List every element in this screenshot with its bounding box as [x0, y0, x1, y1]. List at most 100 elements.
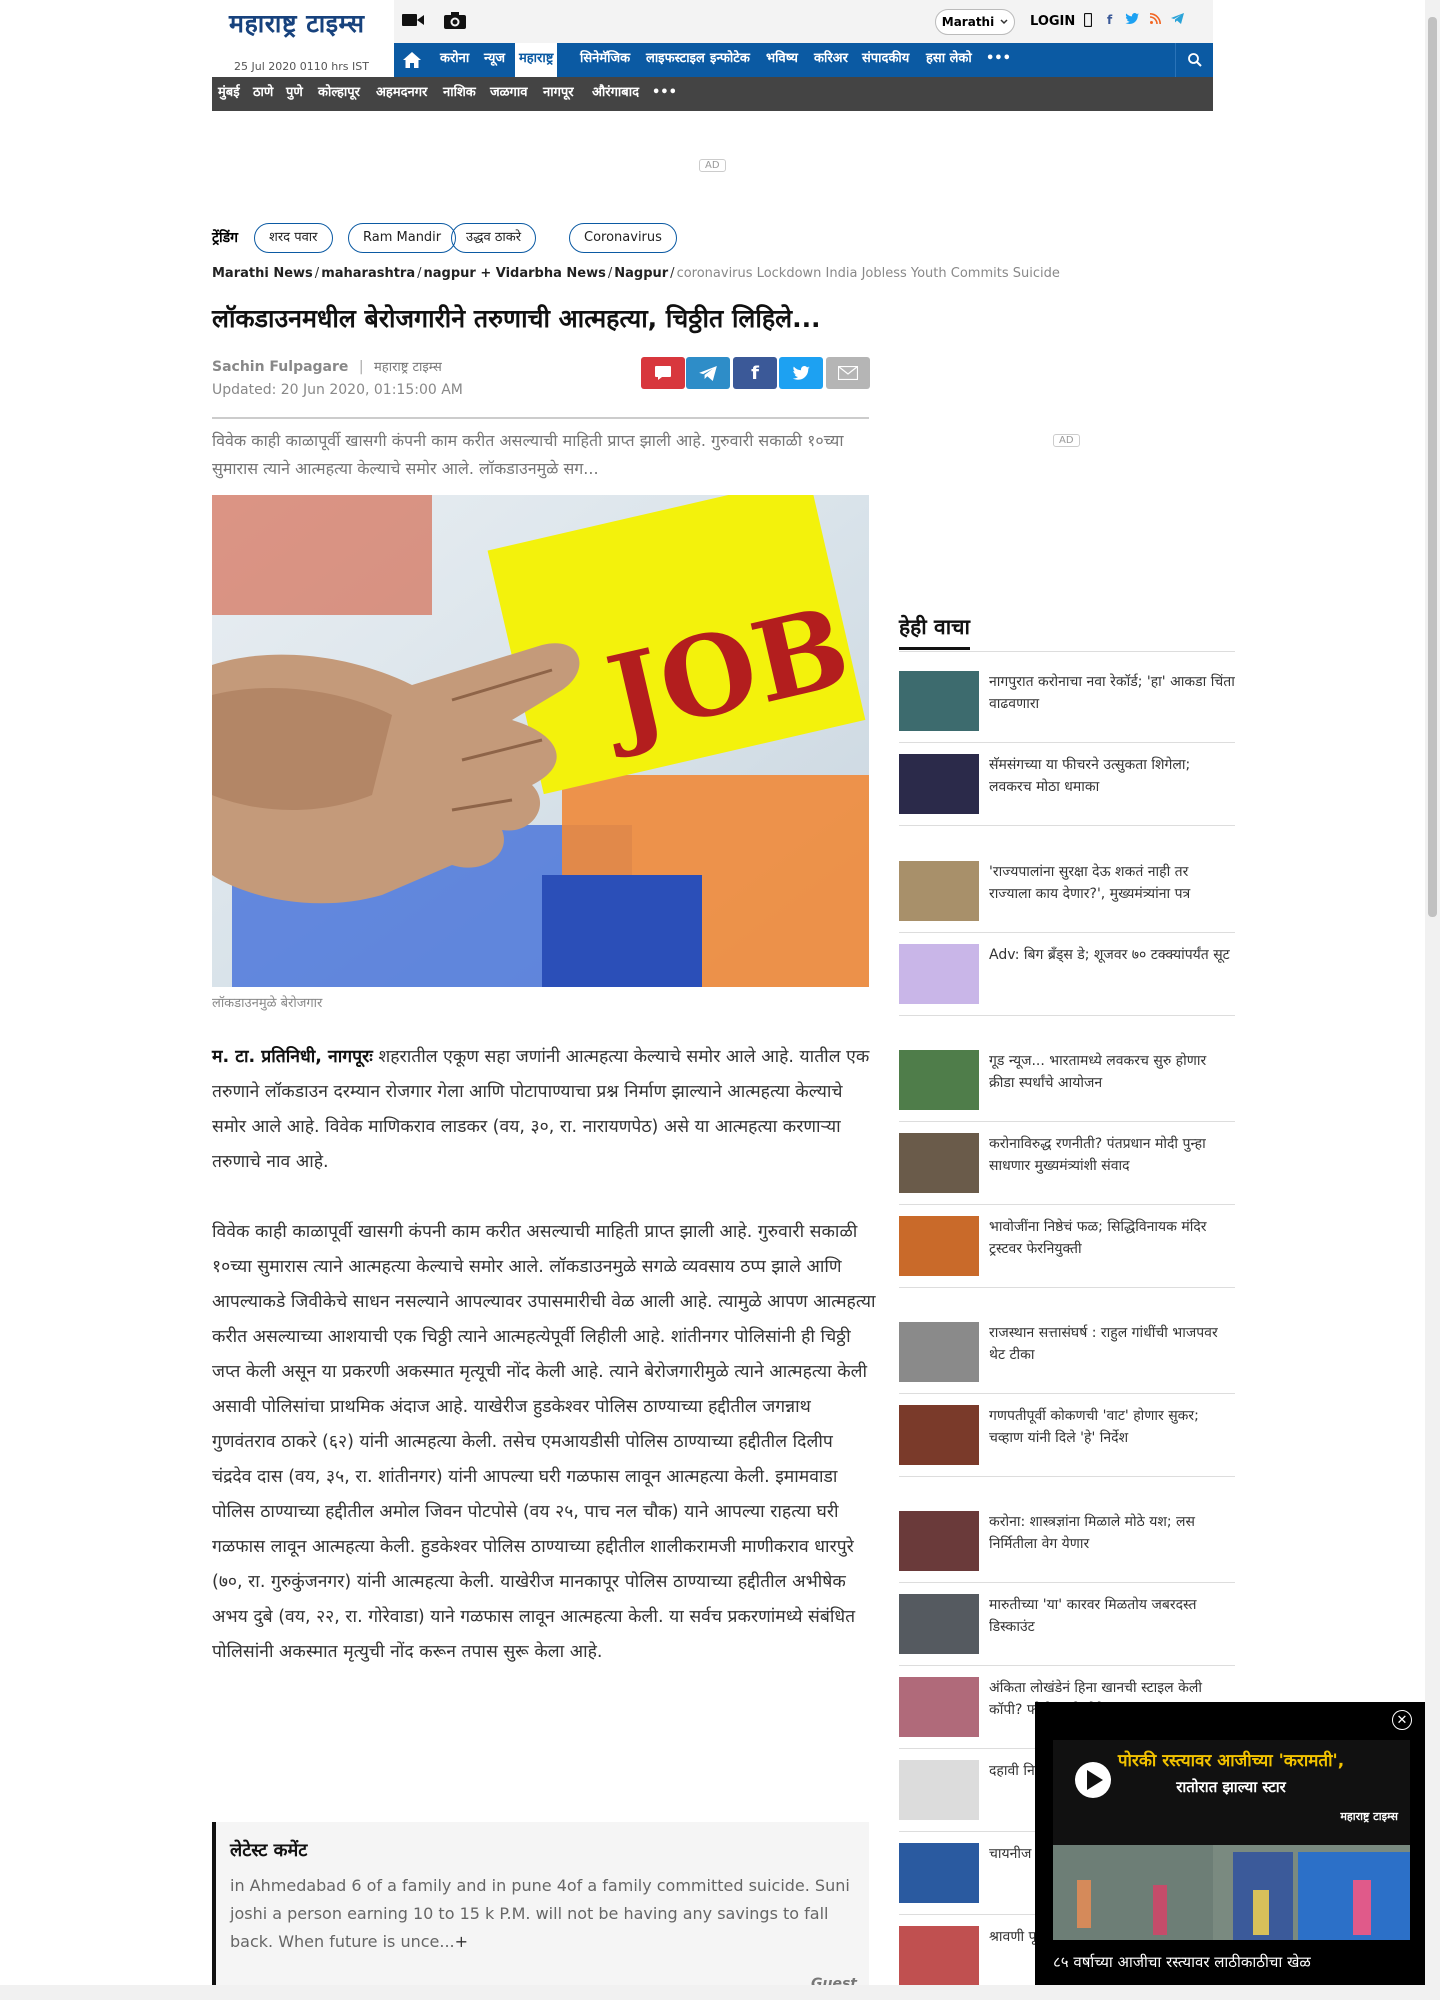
- city-item-ahmednagar[interactable]: अहमदनगर: [376, 77, 427, 111]
- author-name[interactable]: Sachin Fulpagare: [212, 359, 348, 375]
- home-icon[interactable]: [394, 43, 430, 77]
- article-summary: विवेक काही काळापूर्वी खासगी कंपनी काम कर…: [212, 431, 844, 478]
- related-article-title: मारुतीच्या 'या' कारवर मिळतोय जबरदस्त डिस…: [989, 1597, 1197, 1635]
- nav-item-maharashtra[interactable]: महाराष्ट्र: [515, 43, 558, 77]
- related-article-title: भावोजींना निष्ठेचं फळ; सिद्धिविनायक मंदि…: [989, 1219, 1207, 1257]
- related-article-thumbnail: [899, 1133, 979, 1193]
- search-icon[interactable]: [1175, 43, 1213, 77]
- breadcrumb-current: coronavirus Lockdown India Jobless Youth…: [676, 266, 1060, 281]
- facebook-share-button[interactable]: f: [733, 357, 777, 389]
- related-article-thumbnail: [899, 1216, 979, 1276]
- nav-item-editorial[interactable]: संपादकीय: [862, 43, 909, 77]
- language-value: Marathi: [941, 15, 995, 29]
- related-article-item[interactable]: 'राज्यपालांना सुरक्षा देऊ शकतं नाही तर र…: [899, 851, 1235, 933]
- city-item-nashik[interactable]: नाशिक: [443, 77, 476, 111]
- city-item-aurangabad[interactable]: औरंगाबाद: [592, 77, 639, 111]
- rss-icon[interactable]: [1149, 13, 1161, 27]
- nav-item-career[interactable]: करिअर: [814, 43, 848, 77]
- related-article-title: राजस्थान सत्तासंघर्ष : राहुल गांधींची भा…: [989, 1325, 1218, 1363]
- related-article-item[interactable]: गूड न्यूज... भारतामध्ये लवकरच सुरु होणार…: [899, 1040, 1235, 1122]
- nav-item-infotech[interactable]: इन्फोटेक: [710, 43, 750, 77]
- article-byline: Sachin Fulpagare | महाराष्ट्र टाइम्स: [212, 359, 442, 375]
- breadcrumb-link[interactable]: maharashtra: [321, 266, 415, 281]
- close-icon[interactable]: ✕: [1392, 1710, 1412, 1730]
- related-article-thumbnail: [899, 1405, 979, 1465]
- city-item-mumbai[interactable]: मुंबई: [218, 77, 240, 111]
- trending-label: ट्रेंडिंग: [212, 230, 239, 246]
- related-article-thumbnail: [899, 1926, 979, 1986]
- trending-pill[interactable]: Coronavirus: [569, 223, 677, 253]
- nav-item-news[interactable]: न्यूज: [484, 43, 505, 77]
- trending-pill[interactable]: उद्धव ठाकरे: [451, 223, 537, 253]
- breadcrumb-link[interactable]: nagpur + Vidarbha News: [424, 266, 606, 281]
- video-caption[interactable]: ८५ वर्षाच्या आजीचा रस्त्यावर लाठीकाठीचा …: [1053, 1952, 1410, 1972]
- related-article-thumbnail: [899, 944, 979, 1004]
- telegram-share-button[interactable]: [686, 357, 730, 389]
- comment-text: in Ahmedabad 6 of a family and in pune 4…: [230, 1876, 850, 1951]
- city-item-pune[interactable]: पुणे: [286, 77, 303, 111]
- related-article-item[interactable]: राजस्थान सत्तासंघर्ष : राहुल गांधींची भा…: [899, 1312, 1235, 1394]
- related-article-item[interactable]: गणपतीपूर्वी कोकणची 'वाट' होणार सुकर; चव्…: [899, 1395, 1235, 1477]
- mobile-icon[interactable]: [1083, 12, 1093, 30]
- city-item-kolhapur[interactable]: कोल्हापूर: [318, 77, 360, 111]
- twitter-icon: [792, 365, 810, 380]
- facebook-icon[interactable]: f: [1107, 13, 1112, 27]
- dateline: म. टा. प्रतिनिधी, नागपूरः: [212, 1047, 373, 1067]
- related-article-item[interactable]: Adv: बिग ब्रँड्स डे; शूजवर ७० टक्क्यांपर…: [899, 934, 1235, 1016]
- twitter-share-button[interactable]: [779, 357, 823, 389]
- language-select[interactable]: Marathi: [935, 9, 1015, 35]
- horizontal-scrollbar[interactable]: [0, 1985, 1425, 2000]
- nav-item-hasa-leko[interactable]: हसा लेको: [926, 43, 972, 77]
- related-article-item[interactable]: करोना: शास्त्रज्ञांना मिळाले मोठे यश; लस…: [899, 1501, 1235, 1583]
- comment-share-button[interactable]: [641, 357, 685, 389]
- related-article-thumbnail: [899, 1511, 979, 1571]
- city-item-nagpur[interactable]: नागपूर: [543, 77, 574, 111]
- related-article-title: Adv: बिग ब्रँड्स डे; शूजवर ७० टक्क्यांपर…: [989, 947, 1230, 963]
- nav-item-corona[interactable]: करोना: [440, 43, 469, 77]
- vertical-scrollbar[interactable]: [1425, 0, 1440, 2000]
- related-article-item[interactable]: मारुतीच्या 'या' कारवर मिळतोय जबरदस्त डिस…: [899, 1584, 1235, 1666]
- sidebar-divider: [899, 651, 1235, 652]
- email-share-button[interactable]: [826, 357, 870, 389]
- site-logo[interactable]: महाराष्ट्र टाइम्स 25 Jul 2020 0110 hrs I…: [212, 0, 394, 77]
- nav-item-cinemagic[interactable]: सिनेमॅजिक: [580, 43, 630, 77]
- related-article-title: नागपुरात करोनाचा नवा रेकॉर्ड; 'हा' आकडा …: [989, 674, 1235, 712]
- telegram-icon[interactable]: [1171, 13, 1184, 27]
- related-article-item[interactable]: करोनाविरुद्ध रणनीती? पंतप्रधान मोदी पुन्…: [899, 1123, 1235, 1205]
- related-article-thumbnail: [899, 1594, 979, 1654]
- video-thumbnail[interactable]: पोरकी रस्त्यावर आजीच्या 'करामती', रातोरा…: [1053, 1740, 1410, 1940]
- related-article-title: गणपतीपूर्वी कोकणची 'वाट' होणार सुकर; चव्…: [989, 1408, 1199, 1446]
- trending-pill[interactable]: शरद पवार: [254, 223, 333, 253]
- nav-more[interactable]: •••: [986, 43, 1011, 77]
- nav-item-horoscope[interactable]: भविष्य: [766, 43, 798, 77]
- related-article-thumbnail: [899, 861, 979, 921]
- video-camera-icon[interactable]: [400, 10, 426, 30]
- related-article-thumbnail: [899, 1760, 979, 1820]
- header-date: 25 Jul 2020 0110 hrs IST: [234, 60, 369, 73]
- breadcrumb-link[interactable]: Nagpur: [614, 266, 668, 281]
- related-article-item[interactable]: भावोजींना निष्ठेचं फळ; सिद्धिविनायक मंदि…: [899, 1206, 1235, 1288]
- scrollbar-thumb[interactable]: [1428, 17, 1437, 917]
- video-popup[interactable]: ✕ पोरकी रस्त्यावर आजीच्या 'करामती', रातो…: [1035, 1702, 1428, 1988]
- comment-more-link[interactable]: +: [455, 1932, 468, 1951]
- related-article-item[interactable]: नागपुरात करोनाचा नवा रेकॉर्ड; 'हा' आकडा …: [899, 661, 1235, 743]
- article-paragraph: विवेक काही काळापूर्वी खासगी कंपनी काम कर…: [212, 1222, 876, 1662]
- city-more[interactable]: •••: [652, 77, 677, 111]
- related-article-item[interactable]: सॅमसंगच्या या फीचरने उत्सुकता शिगेला; लव…: [899, 744, 1235, 826]
- breadcrumb-link[interactable]: Marathi News: [212, 266, 313, 281]
- city-item-jalgaon[interactable]: जळगाव: [490, 77, 527, 111]
- nav-item-lifestyle[interactable]: लाइफस्टाइल: [646, 43, 705, 77]
- video-subheadline: रातोरात झाल्या स्टार: [1175, 1778, 1286, 1796]
- related-article-thumbnail: [899, 1322, 979, 1382]
- updated-time: Updated: 20 Jun 2020, 01:15:00 AM: [212, 382, 463, 398]
- video-headline: पोरकी रस्त्यावर आजीच्या 'करामती',: [1117, 1750, 1344, 1771]
- image-caption: लॉकडाउनमुळे बेरोजगार: [212, 996, 323, 1011]
- photo-camera-icon[interactable]: [442, 10, 468, 30]
- city-item-thane[interactable]: ठाणे: [253, 77, 273, 111]
- trending-pill[interactable]: Ram Mandir: [348, 223, 457, 253]
- login-link[interactable]: LOGIN: [1030, 14, 1075, 29]
- related-article-thumbnail: [899, 754, 979, 814]
- related-article-title: गूड न्यूज... भारतामध्ये लवकरच सुरु होणार…: [989, 1053, 1207, 1091]
- comments-title: लेटेस्ट कमेंट: [230, 1840, 308, 1861]
- twitter-icon[interactable]: [1125, 13, 1139, 28]
